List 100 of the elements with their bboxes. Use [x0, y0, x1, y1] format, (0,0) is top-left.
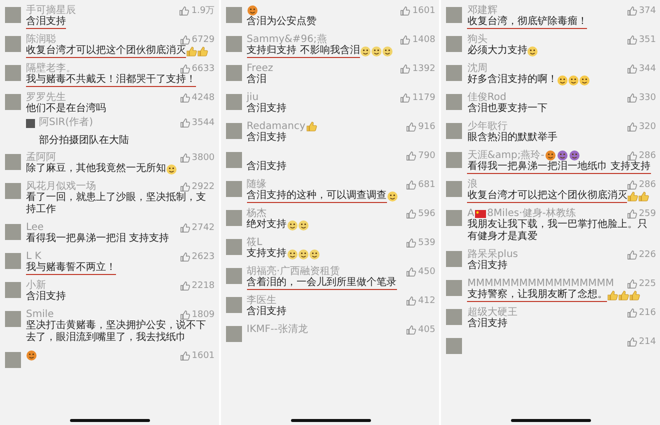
like-icon[interactable]: [626, 34, 637, 44]
avatar-placeholder[interactable]: [226, 297, 242, 313]
like-icon[interactable]: [626, 308, 637, 318]
user-name[interactable]: 阿SIR(作者): [39, 117, 94, 128]
like-icon[interactable]: [180, 152, 190, 162]
like-icon[interactable]: [180, 310, 190, 320]
avatar-placeholder[interactable]: [446, 123, 462, 139]
like-icon[interactable]: [400, 64, 410, 74]
like-icon[interactable]: [626, 250, 637, 260]
avatar-placeholder[interactable]: [226, 123, 242, 139]
avatar-placeholder[interactable]: [446, 309, 462, 325]
like-icon[interactable]: [180, 252, 190, 262]
like-icon[interactable]: [180, 182, 190, 192]
user-name[interactable]: 浪: [467, 179, 478, 190]
like-icon[interactable]: [626, 64, 637, 74]
avatar-placeholder[interactable]: [446, 94, 462, 110]
like-icon[interactable]: [626, 92, 637, 102]
like-icon[interactable]: [406, 122, 416, 132]
user-name[interactable]: 沈周: [467, 63, 488, 74]
avatar-placeholder[interactable]: [226, 65, 242, 81]
like-icon[interactable]: [406, 238, 416, 248]
like-icon[interactable]: [406, 324, 416, 334]
user-name[interactable]: 罗罗先生: [26, 92, 66, 103]
avatar-placeholder[interactable]: [226, 152, 242, 168]
like-icon[interactable]: [400, 92, 410, 102]
user-name[interactable]: 狗头: [467, 34, 488, 45]
like-icon[interactable]: [626, 336, 637, 346]
avatar-placeholder[interactable]: [446, 210, 462, 226]
user-name[interactable]: 随缘: [246, 179, 267, 190]
user-name[interactable]: IKMF--张清龙: [246, 324, 308, 335]
thumbs-up-icon: [197, 46, 208, 57]
like-icon[interactable]: [179, 6, 190, 16]
like-icon[interactable]: [180, 64, 190, 74]
user-name[interactable]: 筱L: [246, 237, 262, 248]
comment-text: 含泪支持: [246, 161, 287, 174]
avatar-placeholder[interactable]: [446, 65, 462, 81]
comment-text: 含泪支持: [246, 306, 287, 319]
avatar-placeholder[interactable]: [446, 36, 462, 52]
user-name[interactable]: 少年歌行: [467, 121, 508, 132]
avatar-placeholder[interactable]: [226, 7, 242, 23]
user-name[interactable]: Smile: [26, 309, 54, 320]
user-name[interactable]: 8Miles·健身-林教练: [487, 208, 576, 219]
user-name[interactable]: 隔壁老李。: [26, 63, 76, 74]
user-name[interactable]: 杨杰: [246, 208, 267, 219]
avatar-placeholder[interactable]: [446, 152, 462, 168]
like-icon[interactable]: [180, 280, 190, 290]
like-icon[interactable]: [626, 208, 637, 218]
avatar-placeholder[interactable]: [446, 181, 462, 197]
user-name[interactable]: 邓建辉: [467, 5, 498, 16]
like-icon[interactable]: [180, 118, 190, 128]
avatar-placeholder[interactable]: [446, 7, 462, 23]
avatar-placeholder[interactable]: [226, 36, 242, 52]
user-name[interactable]: 李医生: [246, 295, 277, 306]
like-icon[interactable]: [626, 122, 637, 132]
like-icon[interactable]: [406, 208, 416, 218]
user-name[interactable]: 小新: [26, 280, 46, 291]
comment-text: 我与赌毒誓不两立！: [26, 262, 116, 275]
user-name[interactable]: Redamancy: [246, 121, 306, 132]
user-name[interactable]: A: [467, 208, 474, 219]
avatar-placeholder[interactable]: [226, 94, 242, 110]
avatar-placeholder[interactable]: [226, 268, 242, 284]
like-icon[interactable]: [406, 180, 416, 190]
comment-text: 我朋友让我下载，我一巴掌打他脸上。只有健身才是真爱: [467, 219, 648, 244]
like-icon[interactable]: [626, 150, 637, 160]
like-icon[interactable]: [180, 34, 190, 44]
user-name[interactable]: 超级大硬王: [467, 307, 518, 318]
like-icon[interactable]: [406, 150, 416, 160]
avatar-placeholder[interactable]: [226, 326, 242, 342]
like-icon[interactable]: [180, 350, 190, 360]
user-name[interactable]: 路呆呆plus: [467, 249, 518, 260]
user-name[interactable]: jiu: [246, 92, 259, 103]
like-icon[interactable]: [180, 92, 190, 102]
user-name[interactable]: Sammy&#96;燕: [246, 34, 327, 45]
like-icon[interactable]: [626, 180, 637, 190]
user-name[interactable]: 天涯&amp;燕玲-: [467, 150, 544, 161]
like-icon[interactable]: [400, 34, 410, 44]
user-name[interactable]: Freez: [246, 63, 274, 74]
user-name[interactable]: 手可摘星辰: [26, 5, 76, 16]
user-name[interactable]: 风花月似戏一场: [26, 181, 96, 192]
like-icon[interactable]: [626, 278, 637, 288]
avatar-placeholder[interactable]: [226, 239, 242, 255]
user-name[interactable]: 佳俊Rod: [467, 92, 506, 103]
user-name[interactable]: L K: [26, 251, 42, 262]
like-icon[interactable]: [406, 296, 416, 306]
user-name[interactable]: 胡福亮·广西融资租赁: [246, 266, 340, 277]
avatar-placeholder[interactable]: [446, 251, 462, 267]
user-name[interactable]: 孟阿阿: [26, 152, 56, 163]
user-name[interactable]: Lee: [26, 222, 44, 233]
avatar-placeholder[interactable]: [446, 338, 462, 354]
like-count: 2922: [192, 182, 215, 192]
comment-text: 好多含泪支持的啊！: [467, 74, 558, 87]
avatar-placeholder[interactable]: [446, 280, 462, 296]
user-name[interactable]: MMMMMMMMMMMMMMMMM: [467, 278, 614, 289]
avatar-placeholder[interactable]: [226, 210, 242, 226]
like-icon[interactable]: [626, 6, 637, 16]
like-icon[interactable]: [406, 266, 416, 276]
like-icon[interactable]: [400, 6, 410, 16]
avatar-placeholder[interactable]: [226, 181, 242, 197]
user-name[interactable]: 陈润聪: [26, 34, 56, 45]
like-icon[interactable]: [180, 222, 190, 232]
